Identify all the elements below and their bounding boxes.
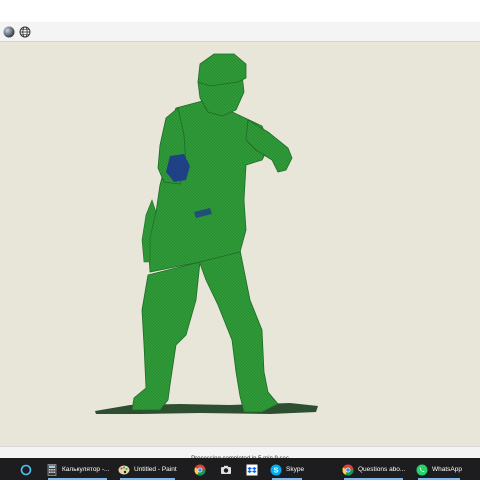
taskbar-item-camera[interactable] [220, 458, 232, 480]
viewer-toolbar [0, 22, 480, 42]
model-right-leg [197, 249, 279, 413]
wireframe-view-button[interactable] [18, 25, 32, 39]
taskbar-label-whatsapp: WhatsApp [432, 465, 462, 473]
window-top-area [0, 0, 480, 22]
taskbar-label-skype: Skype [286, 465, 305, 473]
taskbar-label-paint: Untitled - Paint [134, 465, 177, 473]
camera-icon [220, 463, 232, 475]
paint-icon [118, 463, 130, 475]
3d-viewport[interactable] [0, 42, 480, 446]
sphere-shaded-icon [3, 26, 15, 38]
taskbar-item-calculator[interactable]: Калькулятор -... [46, 458, 109, 480]
taskbar-label-calculator: Калькулятор -... [62, 465, 110, 473]
taskbar-item-chrome[interactable] [194, 458, 206, 480]
sphere-wireframe-icon [19, 26, 31, 38]
status-bar: Processing completed in 5 min 9 sec [0, 446, 480, 462]
windows-taskbar: Калькулятор -... Untitled - Paint S Skyp… [0, 458, 480, 480]
model-hat [197, 53, 247, 87]
taskbar-item-whatsapp[interactable]: WhatsApp [416, 458, 462, 480]
chrome-icon [342, 463, 354, 476]
taskbar-label-questions: Questions abo... [358, 465, 406, 473]
soldier-3d-model [95, 53, 318, 414]
cortana-icon [20, 463, 32, 476]
skype-icon: S [270, 463, 282, 476]
model-left-leg [131, 261, 201, 411]
chrome-icon [194, 463, 206, 476]
calculator-icon [46, 463, 58, 476]
taskbar-item-paint[interactable]: Untitled - Paint [118, 458, 177, 480]
model-right-arm [245, 119, 293, 173]
shaded-view-button[interactable] [2, 25, 16, 39]
taskbar-item-skype[interactable]: S Skype [270, 458, 304, 480]
taskbar-item-chrome-questions[interactable]: Questions abo... [342, 458, 405, 480]
dropbox-icon [246, 463, 258, 476]
taskbar-item-dropbox[interactable] [246, 458, 258, 480]
taskbar-item-cortana[interactable] [20, 458, 32, 480]
model-ground-shadow [95, 403, 318, 414]
svg-text:S: S [273, 466, 278, 475]
whatsapp-icon [416, 463, 428, 476]
